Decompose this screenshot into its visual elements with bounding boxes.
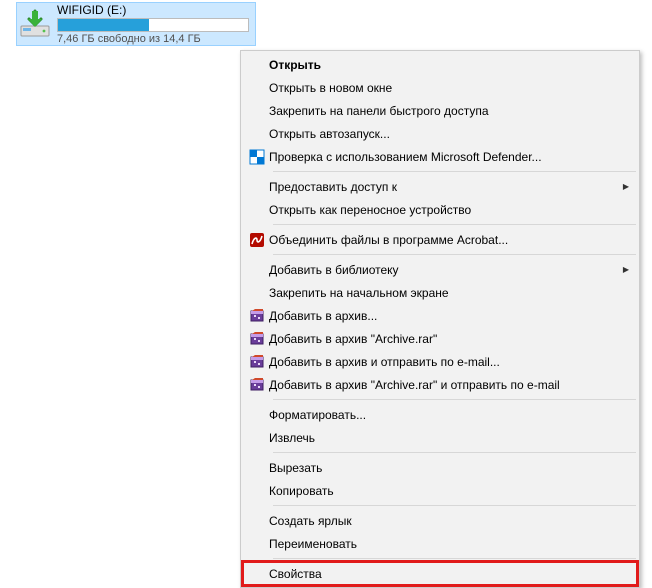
menu-item-label: Копировать [269,484,629,498]
menu-item[interactable]: Создать ярлык [243,509,637,532]
menu-item-label: Открыть как переносное устройство [269,203,629,217]
menu-item[interactable]: Форматировать... [243,403,637,426]
menu-item-label: Добавить в архив... [269,309,629,323]
defender-icon [245,149,269,165]
drive-name: WIFIGID (E:) [57,3,249,17]
menu-item[interactable]: Добавить в архив "Archive.rar" [243,327,637,350]
menu-separator [273,171,636,172]
menu-item-label: Закрепить на начальном экране [269,286,629,300]
drive-usage-bar [57,18,249,32]
menu-item[interactable]: Объединить файлы в программе Acrobat... [243,228,637,251]
menu-separator [273,224,636,225]
context-menu: Открыть Открыть в новом окне Закрепить на … [240,50,640,588]
menu-item[interactable]: Добавить в архив... [243,304,637,327]
menu-separator [273,452,636,453]
menu-item[interactable]: Добавить в архив и отправить по e-mail..… [243,350,637,373]
winrar-icon [245,331,269,347]
menu-item[interactable]: Извлечь [243,426,637,449]
menu-separator [273,254,636,255]
menu-item-label: Открыть автозапуск... [269,127,629,141]
drive-tile[interactable]: WIFIGID (E:) 7,46 ГБ свободно из 14,4 ГБ [16,2,256,46]
menu-item-label: Проверка с использованием Microsoft Defe… [269,150,629,164]
menu-item-label: Форматировать... [269,408,629,422]
menu-item-label: Создать ярлык [269,514,629,528]
menu-item-label: Извлечь [269,431,629,445]
menu-item[interactable]: Копировать [243,479,637,502]
menu-item-label: Добавить в архив "Archive.rar" и отправи… [269,378,629,392]
winrar-icon [245,308,269,324]
menu-item-label: Вырезать [269,461,629,475]
winrar-icon [245,354,269,370]
menu-item[interactable]: Закрепить на панели быстрого доступа [243,99,637,122]
menu-item-label: Добавить в архив "Archive.rar" [269,332,629,346]
menu-item-label: Добавить в библиотеку [269,263,619,277]
drive-storage-line: 7,46 ГБ свободно из 14,4 ГБ [57,33,249,46]
menu-item[interactable]: Свойства [243,562,637,585]
drive-info: WIFIGID (E:) 7,46 ГБ свободно из 14,4 ГБ [57,3,249,46]
menu-item-label: Предоставить доступ к [269,180,619,194]
menu-item-label: Свойства [269,567,629,581]
menu-item-label: Закрепить на панели быстрого доступа [269,104,629,118]
menu-item-label: Открыть в новом окне [269,81,629,95]
menu-item[interactable]: Переименовать [243,532,637,555]
menu-item[interactable]: Добавить в архив "Archive.rar" и отправи… [243,373,637,396]
menu-item-label: Переименовать [269,537,629,551]
menu-item[interactable]: Закрепить на начальном экране [243,281,637,304]
menu-separator [273,399,636,400]
menu-item[interactable]: Предоставить доступ к▶ [243,175,637,198]
drive-download-icon [19,8,51,40]
menu-item[interactable]: Добавить в библиотеку▶ [243,258,637,281]
menu-item-label: Открыть [269,58,629,72]
menu-separator [273,558,636,559]
menu-item[interactable]: Открыть [243,53,637,76]
winrar-icon [245,377,269,393]
menu-item[interactable]: Открыть в новом окне [243,76,637,99]
menu-item[interactable]: Открыть автозапуск... [243,122,637,145]
chevron-right-icon: ▶ [619,182,629,191]
menu-item-label: Объединить файлы в программе Acrobat... [269,233,629,247]
acrobat-icon [245,232,269,248]
menu-item[interactable]: Вырезать [243,456,637,479]
chevron-right-icon: ▶ [619,265,629,274]
menu-item[interactable]: Проверка с использованием Microsoft Defe… [243,145,637,168]
menu-separator [273,505,636,506]
menu-item[interactable]: Открыть как переносное устройство [243,198,637,221]
menu-item-label: Добавить в архив и отправить по e-mail..… [269,355,629,369]
